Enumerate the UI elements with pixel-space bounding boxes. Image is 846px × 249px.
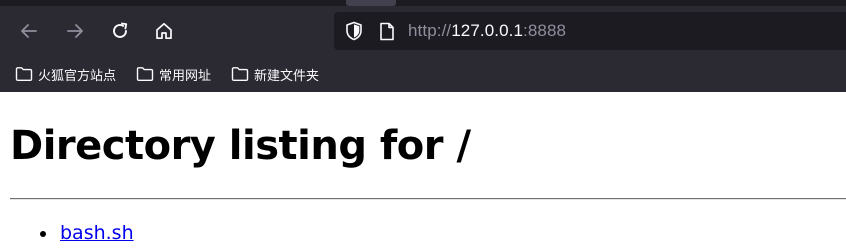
browser-chrome: http://127.0.0.1:8888 火狐官方站点 常用网址 新建文件夹 xyxy=(0,0,846,92)
url-text[interactable]: http://127.0.0.1:8888 xyxy=(408,21,566,41)
tab-fragment[interactable] xyxy=(346,0,396,6)
bookmark-label: 常用网址 xyxy=(159,68,212,84)
bookmark-label: 火狐官方站点 xyxy=(38,68,117,84)
page-content: Directory listing for / bash.sh xyxy=(0,92,846,249)
bookmark-folder-common-sites[interactable]: 常用网址 xyxy=(126,61,217,87)
divider xyxy=(10,198,846,200)
reload-icon xyxy=(113,22,128,38)
url-scheme: http:// xyxy=(408,21,452,40)
url-port: :8888 xyxy=(523,21,567,40)
bookmark-folder-firefox-official[interactable]: 火狐官方站点 xyxy=(5,61,122,87)
tab-strip xyxy=(0,0,846,6)
page-title: Directory listing for / xyxy=(10,123,471,169)
bookmark-folder-new-folder[interactable]: 新建文件夹 xyxy=(221,61,325,87)
folder-icon xyxy=(136,66,154,82)
back-arrow-icon xyxy=(21,24,37,38)
bookmark-label: 新建文件夹 xyxy=(254,68,320,84)
forward-button[interactable] xyxy=(58,14,92,48)
file-list: bash.sh xyxy=(40,218,134,248)
folder-icon xyxy=(15,66,33,82)
url-host: 127.0.0.1 xyxy=(451,21,524,40)
address-bar[interactable]: http://127.0.0.1:8888 xyxy=(334,12,846,50)
page-info-icon[interactable] xyxy=(378,21,396,41)
home-button[interactable] xyxy=(147,14,181,48)
bookmarks-toolbar: 火狐官方站点 常用网址 新建文件夹 xyxy=(0,58,846,90)
bullet xyxy=(40,231,46,237)
home-icon xyxy=(156,22,172,40)
file-link[interactable]: bash.sh xyxy=(60,222,134,244)
back-button[interactable] xyxy=(12,14,46,48)
folder-icon xyxy=(231,66,249,82)
reload-button[interactable] xyxy=(103,14,137,48)
list-item: bash.sh xyxy=(40,218,134,248)
tracking-protection-shield-icon[interactable] xyxy=(344,21,364,41)
forward-arrow-icon xyxy=(67,24,83,38)
